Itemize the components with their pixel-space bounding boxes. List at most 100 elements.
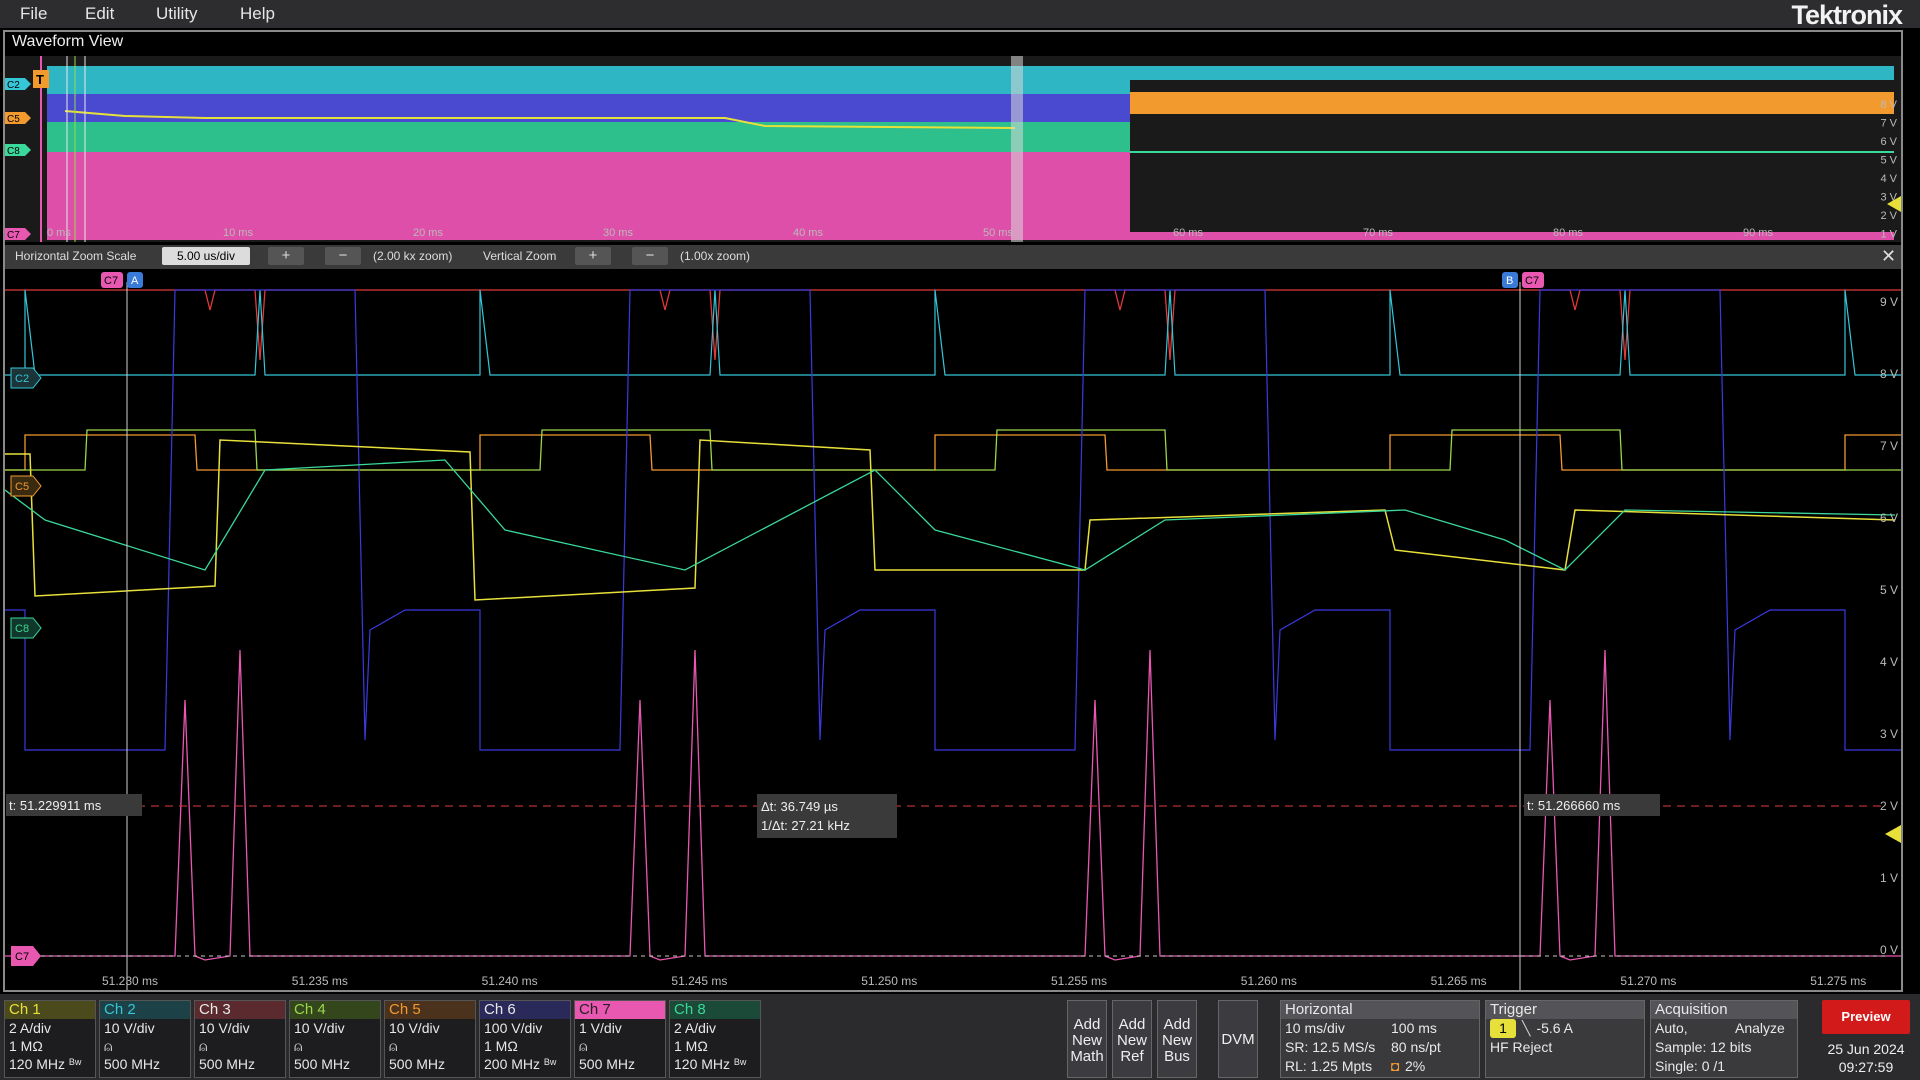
channel-badge-8[interactable]: Ch 82 A/div 1 MΩ 120 MHz Bw	[669, 1000, 761, 1078]
channel-coupling: ⍝	[199, 1038, 208, 1054]
channel-coupling: 1 MΩ	[484, 1038, 518, 1054]
v-zoom-in-button[interactable]: +	[575, 247, 611, 265]
add-new-ref-button[interactable]: Add New Ref	[1112, 1000, 1152, 1078]
channel-badge-3[interactable]: Ch 3 10 V/div ⍝ 500 MHz	[194, 1000, 286, 1078]
channel-name: Ch 7	[575, 1001, 665, 1019]
bw-limit-icon: Bw	[733, 1057, 747, 1067]
horizontal-record-length: RL: 1.25 Mpts	[1285, 1058, 1373, 1074]
acquisition-single: Single: 0 /1	[1655, 1058, 1726, 1074]
channel-badge-5[interactable]: Ch 5 10 V/div ⍝ 500 MHz	[384, 1000, 476, 1078]
horizontal-title: Horizontal	[1281, 1001, 1479, 1019]
main-time-tick: 51.240 ms	[482, 974, 538, 988]
horizontal-sample-rate: SR: 12.5 MS/s	[1285, 1039, 1376, 1055]
v-zoom-label: Vertical Zoom	[483, 249, 557, 263]
add-math-l3: Math	[1070, 1048, 1104, 1065]
channel-badge-2[interactable]: Ch 2 10 V/div ⍝ 500 MHz	[99, 1000, 191, 1078]
channel-coupling: 1 MΩ	[9, 1038, 43, 1054]
acquisition-title: Acquisition	[1651, 1001, 1797, 1019]
horizontal-percent: 2%	[1405, 1058, 1426, 1074]
close-zoom-icon[interactable]: ✕	[1881, 246, 1896, 267]
channel-bandwidth: 500 MHz	[579, 1056, 636, 1072]
channel-scale: 10 V/div	[389, 1020, 440, 1036]
add-new-math-button[interactable]: Add New Math	[1067, 1000, 1107, 1078]
horizontal-duration: 100 ms	[1391, 1020, 1437, 1036]
channel-bandwidth: 120 MHz	[674, 1056, 731, 1072]
menu-file[interactable]: File	[20, 4, 47, 24]
channel-coupling: ⍝	[389, 1038, 398, 1054]
channel-badge-4[interactable]: Ch 4 10 V/div ⍝ 500 MHz	[289, 1000, 381, 1078]
overview-volt-tick: 4 V	[1880, 173, 1897, 185]
main-volt-tick: 6 V	[1880, 511, 1898, 525]
cursor-a-label: A	[131, 275, 139, 287]
menu-help[interactable]: Help	[240, 4, 275, 24]
add-new-bus-button[interactable]: Add New Bus	[1157, 1000, 1197, 1078]
main-marker-c8-label: C8	[15, 623, 29, 635]
horizontal-progress-icon: ◘	[1391, 1058, 1400, 1074]
acquisition-panel[interactable]: Acquisition Auto, Analyze Sample: 12 bits…	[1650, 1000, 1798, 1078]
channel-coupling: ⍝	[104, 1038, 113, 1054]
date-label: 25 Jun 2024	[1827, 1041, 1905, 1057]
channel-scale: 2 A/div	[9, 1020, 52, 1036]
v-zoom-factor: (1.00x zoom)	[680, 249, 751, 263]
channel-bandwidth: 500 MHz	[389, 1056, 446, 1072]
date-time: 25 Jun 2024 09:27:59	[1822, 1040, 1910, 1078]
h-zoom-factor: (2.00 kx zoom)	[373, 249, 453, 263]
time-label: 09:27:59	[1838, 1059, 1894, 1075]
channel-badge-6[interactable]: Ch 6 100 V/div 1 MΩ 200 MHz Bw	[479, 1000, 571, 1078]
cursor-a-channel-label: C7	[104, 275, 118, 287]
main-marker-c7-label: C7	[15, 951, 29, 963]
overview-volt-tick: 6 V	[1880, 136, 1897, 148]
preview-button[interactable]: Preview	[1822, 1000, 1910, 1034]
horizontal-panel[interactable]: Horizontal 10 ms/div 100 ms SR: 12.5 MS/s…	[1280, 1000, 1480, 1078]
h-zoom-out-button[interactable]: −	[325, 247, 361, 265]
h-zoom-label: Horizontal Zoom Scale	[15, 249, 137, 263]
bw-limit-icon: Bw	[543, 1057, 557, 1067]
channel-badge-1[interactable]: Ch 12 A/div 1 MΩ 120 MHz Bw	[4, 1000, 96, 1078]
main-time-tick: 51.250 ms	[861, 974, 917, 988]
channel-scale: 10 V/div	[199, 1020, 250, 1036]
h-zoom-in-button[interactable]: +	[268, 247, 304, 265]
acquisition-analyze: Analyze	[1735, 1020, 1785, 1036]
channel-bandwidth: 200 MHz	[484, 1056, 541, 1072]
trigger-panel[interactable]: Trigger 1 ╲ -5.6 A HF Reject	[1485, 1000, 1645, 1078]
trigger-title: Trigger	[1486, 1001, 1644, 1019]
channel-bandwidth: 500 MHz	[294, 1056, 351, 1072]
channel-bandwidth: 500 MHz	[104, 1056, 161, 1072]
main-marker-c5-label: C5	[15, 481, 29, 493]
channel-badge-7[interactable]: Ch 71 V/div ⍝ 500 MHz	[574, 1000, 666, 1078]
add-bus-l1: Add	[1163, 1016, 1191, 1033]
falling-edge-icon: ╲	[1522, 1020, 1531, 1036]
overview-time-tick: 90 ms	[1743, 227, 1773, 239]
dvm-button[interactable]: DVM	[1218, 1000, 1258, 1078]
main-volt-tick: 1 V	[1880, 871, 1898, 885]
main-volt-tick: 3 V	[1880, 727, 1898, 741]
inv-delta-t-readout: 1/Δt: 27.21 kHz	[761, 818, 850, 833]
channel-name: Ch 2	[100, 1001, 190, 1019]
cursor-b-label: B	[1506, 275, 1513, 287]
overview-time-tick: 20 ms	[413, 227, 443, 239]
menu-edit[interactable]: Edit	[85, 4, 114, 24]
main-time-tick: 51.260 ms	[1241, 974, 1297, 988]
zoom-waveform-plot[interactable]: C7 A B C7 t: 51.229911 ms t: 51.266660 m…	[0, 270, 1920, 990]
main-time-tick: 51.265 ms	[1431, 974, 1487, 988]
channel-name: Ch 8	[670, 1001, 760, 1019]
v-zoom-out-button[interactable]: −	[632, 247, 668, 265]
main-volt-tick: 9 V	[1880, 295, 1898, 309]
main-volt-tick: 8 V	[1880, 367, 1898, 381]
h-zoom-scale-input[interactable]: 5.00 us/div	[162, 247, 250, 265]
overview-marker-c5-label: C5	[7, 114, 20, 125]
overview-volt-tick: 5 V	[1880, 155, 1897, 167]
zoom-toolbar: Horizontal Zoom Scale 5.00 us/div + − (2…	[5, 245, 1901, 269]
menu-utility[interactable]: Utility	[156, 4, 198, 24]
horizontal-scale: 10 ms/div	[1285, 1020, 1345, 1036]
bw-limit-icon: Bw	[68, 1057, 82, 1067]
overview-waveform[interactable]: T C2 C5 C8 C7 0 ms 10 ms 20 ms 30 ms 40 ms 50…	[5, 56, 1901, 259]
acquisition-mode: Auto,	[1655, 1020, 1688, 1036]
main-volt-tick: 7 V	[1880, 439, 1898, 453]
overview-volt-tick: 8 V	[1880, 99, 1897, 111]
add-ref-l2: New	[1116, 1032, 1147, 1049]
main-time-tick: 51.255 ms	[1051, 974, 1107, 988]
channel-name: Ch 4	[290, 1001, 380, 1019]
overview-marker-c8-label: C8	[7, 146, 20, 157]
main-time-tick: 51.235 ms	[292, 974, 348, 988]
